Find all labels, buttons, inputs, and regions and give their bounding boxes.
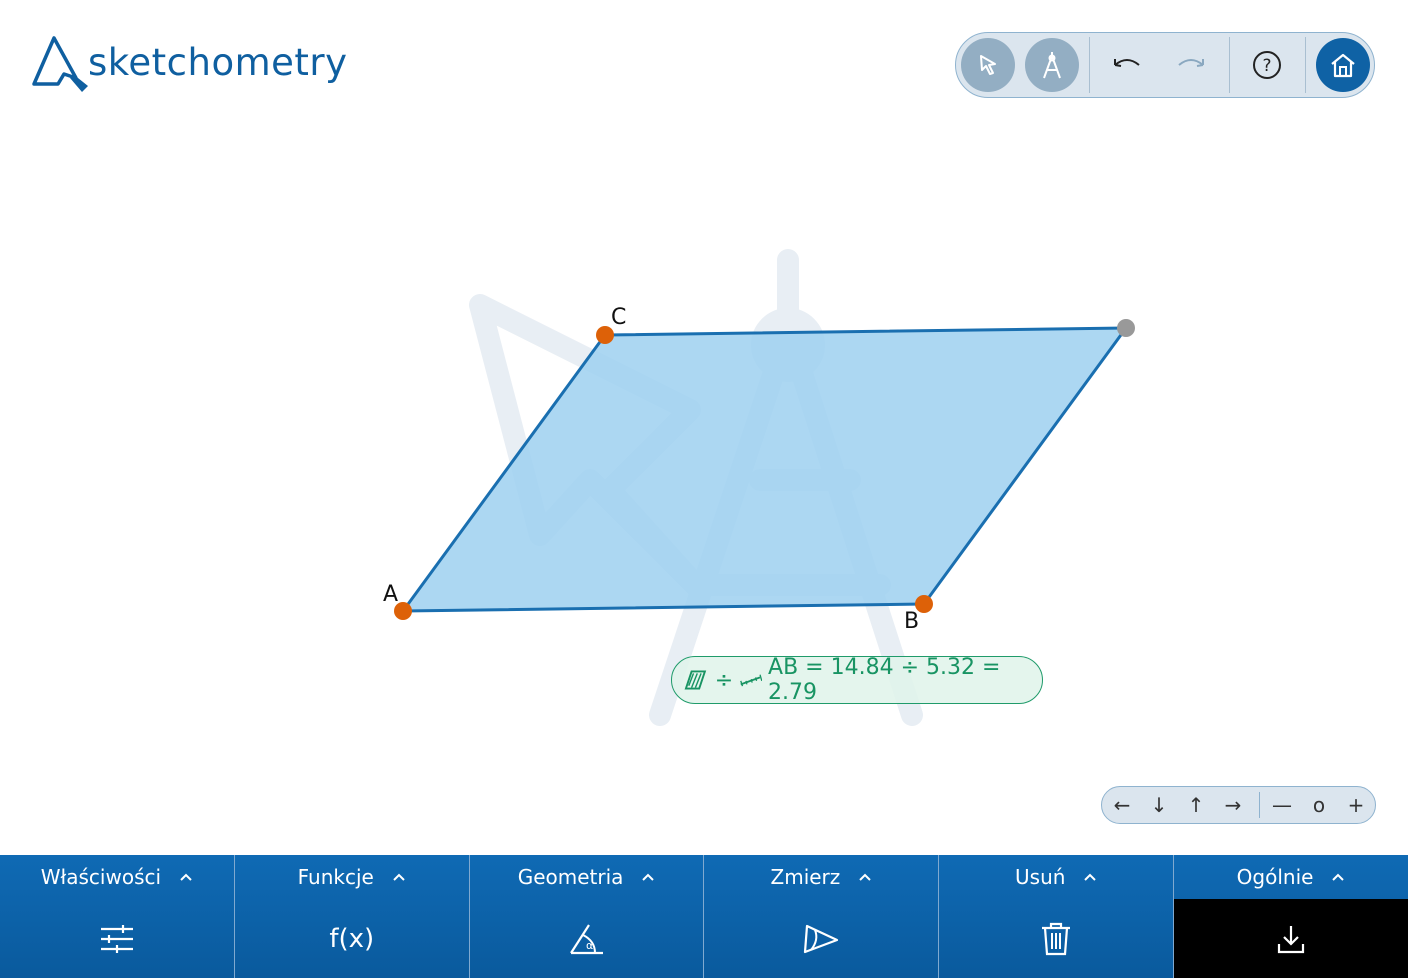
tab-funkcje[interactable]: Funkcje f(x) <box>233 855 469 978</box>
function-icon: f(x) <box>329 923 375 954</box>
tab-wlasciwosci[interactable]: Właściwości <box>0 855 234 978</box>
point-label-b: B <box>904 609 919 634</box>
tab-usun[interactable]: Usuń <box>938 855 1174 978</box>
chevron-up-icon <box>1332 873 1345 881</box>
measurement-text: AB = 14.84 ÷ 5.32 = 2.79 <box>768 655 1001 705</box>
division-sign: ÷ <box>714 667 734 693</box>
protractor-icon <box>804 924 839 953</box>
download-icon <box>1277 925 1305 953</box>
pan-right-button[interactable]: → <box>1218 792 1248 818</box>
point-d[interactable] <box>1117 319 1135 337</box>
navigation-controls: ← ↓ ↑ → — o + <box>1101 786 1376 824</box>
tab-ogolnie[interactable]: Ogólnie <box>1173 855 1408 978</box>
tab-label: Funkcje <box>297 865 374 889</box>
bottom-menu-bar: Właściwości Funkcje f(x) Geometria α Zmi… <box>0 855 1408 978</box>
zoom-out-button[interactable]: — <box>1267 792 1297 818</box>
tab-zmierz[interactable]: Zmierz <box>703 855 939 978</box>
drawing-board[interactable]: A B C <box>0 0 1408 855</box>
tab-label: Usuń <box>1015 865 1066 889</box>
chevron-up-icon <box>180 873 192 881</box>
pan-down-button[interactable]: ↓ <box>1144 792 1174 818</box>
tab-label: Zmierz <box>770 865 841 889</box>
tab-label: Ogólnie <box>1236 865 1314 889</box>
measurement-label[interactable]: ÷ AB = 14.84 ÷ 5.32 = 2.79 <box>671 655 1043 705</box>
pan-left-button[interactable]: ← <box>1107 792 1137 818</box>
point-label-a: A <box>383 582 398 607</box>
tab-label: Właściwości <box>40 865 162 889</box>
pan-up-button[interactable]: ↑ <box>1181 792 1211 818</box>
sliders-icon <box>100 924 133 953</box>
length-icon <box>740 674 763 687</box>
chevron-up-icon <box>642 873 655 881</box>
tab-label: Geometria <box>517 865 624 889</box>
zoom-in-button[interactable]: + <box>1341 792 1371 818</box>
chevron-up-icon <box>1084 873 1097 881</box>
parallelogram-polygon[interactable] <box>401 326 1128 613</box>
zoom-reset-button[interactable]: o <box>1304 792 1334 818</box>
area-icon <box>684 670 707 690</box>
point-label-c: C <box>611 305 626 330</box>
tab-geometria[interactable]: Geometria α <box>468 855 704 978</box>
angle-icon: α <box>569 923 603 954</box>
chevron-up-icon <box>859 873 871 881</box>
trash-icon <box>1042 922 1071 955</box>
svg-text:α: α <box>586 939 593 952</box>
chevron-up-icon <box>393 873 405 881</box>
